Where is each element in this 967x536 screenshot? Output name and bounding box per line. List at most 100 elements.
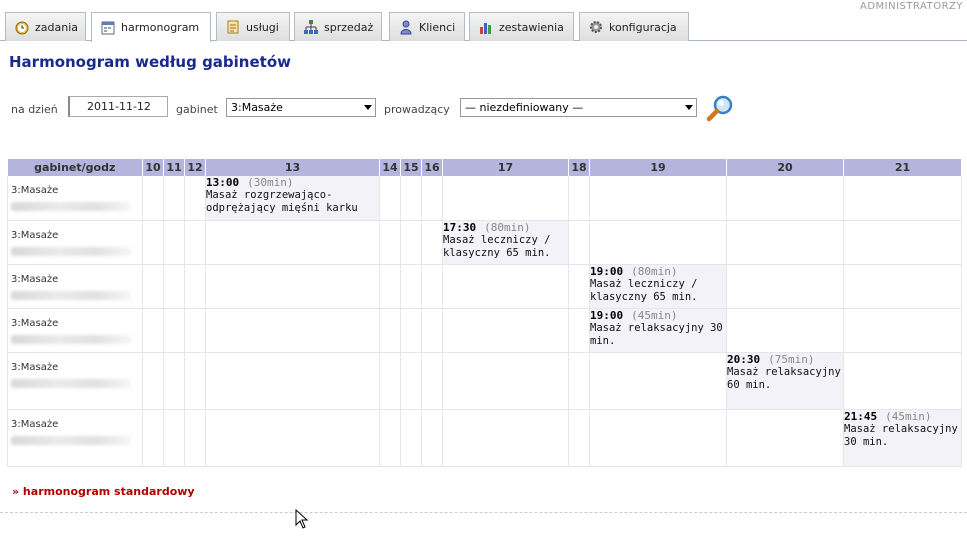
empty-slot[interactable]: [379, 308, 401, 353]
empty-slot[interactable]: [589, 352, 727, 410]
empty-slot[interactable]: [421, 264, 443, 309]
empty-slot[interactable]: [163, 308, 185, 353]
empty-slot[interactable]: [726, 176, 844, 221]
empty-slot[interactable]: [184, 264, 206, 309]
empty-slot[interactable]: [568, 264, 590, 309]
appointment-cell[interactable]: 17:30 (80min) Masaż leczniczy / klasyczny…: [442, 220, 569, 265]
empty-slot[interactable]: [184, 352, 206, 410]
empty-slot[interactable]: [589, 409, 727, 467]
empty-slot[interactable]: [843, 352, 962, 410]
appointment-duration: (30min): [247, 176, 294, 189]
empty-slot[interactable]: [400, 176, 422, 221]
empty-slot[interactable]: [843, 176, 962, 221]
empty-slot[interactable]: [442, 352, 569, 410]
empty-slot[interactable]: [589, 220, 727, 265]
empty-slot[interactable]: [442, 308, 569, 353]
empty-slot[interactable]: [442, 409, 569, 467]
empty-slot[interactable]: [421, 176, 443, 221]
empty-slot[interactable]: [568, 176, 590, 221]
table-row: 3:Masaże 19:00 (45min) Masaż relaksacyjny…: [7, 308, 962, 353]
empty-slot[interactable]: [205, 308, 380, 353]
date-input[interactable]: 2011-11-12: [68, 96, 168, 117]
empty-slot[interactable]: [184, 176, 206, 221]
empty-slot[interactable]: [400, 352, 422, 410]
hour-header: 12: [184, 159, 206, 176]
empty-slot[interactable]: [163, 176, 185, 221]
empty-slot[interactable]: [421, 352, 443, 410]
grid-header-row: gabinet/godz 10 11 12 13 14 15 16 17 18 …: [7, 159, 962, 176]
empty-slot[interactable]: [142, 264, 164, 309]
empty-slot[interactable]: [205, 220, 380, 265]
empty-slot[interactable]: [400, 264, 422, 309]
empty-slot[interactable]: [568, 352, 590, 410]
standard-schedule-link[interactable]: » harmonogram standardowy: [12, 485, 195, 498]
empty-slot[interactable]: [843, 264, 962, 309]
empty-slot[interactable]: [184, 409, 206, 467]
appointment-duration: (80min): [484, 220, 531, 234]
empty-slot[interactable]: [726, 308, 844, 353]
empty-slot[interactable]: [400, 308, 422, 353]
room-cell: 3:Masaże: [7, 352, 143, 410]
empty-slot[interactable]: [726, 264, 844, 309]
empty-slot[interactable]: [205, 264, 380, 309]
room-cell: 3:Masaże: [7, 176, 143, 221]
empty-slot[interactable]: [163, 409, 185, 467]
empty-slot[interactable]: [163, 352, 185, 410]
empty-slot[interactable]: [205, 409, 380, 467]
tab-zadania[interactable]: zadania: [5, 12, 86, 41]
empty-slot[interactable]: [442, 176, 569, 221]
empty-slot[interactable]: [163, 264, 185, 309]
tab-sprzedaz[interactable]: sprzedaż: [294, 12, 382, 41]
tab-uslugi[interactable]: usługi: [216, 12, 290, 41]
search-button[interactable]: [705, 94, 735, 124]
empty-slot[interactable]: [421, 308, 443, 353]
empty-slot[interactable]: [568, 409, 590, 467]
appointment-cell[interactable]: 13:00 (30min) Masaż rozgrzewająco-odpręża…: [205, 176, 380, 221]
hour-header: 16: [421, 159, 443, 176]
empty-slot[interactable]: [142, 220, 164, 265]
empty-slot[interactable]: [726, 409, 844, 467]
appointment-cell[interactable]: 21:45 (45min) Masaż relaksacyjny 30 min.: [843, 409, 962, 467]
empty-slot[interactable]: [379, 220, 401, 265]
appointment-cell[interactable]: 19:00 (45min) Masaż relaksacyjny 30 min.: [589, 308, 727, 353]
empty-slot[interactable]: [184, 308, 206, 353]
tab-konfiguracja[interactable]: konfiguracja: [579, 12, 689, 41]
user-icon: [398, 19, 414, 35]
empty-slot[interactable]: [843, 308, 962, 353]
tab-klienci[interactable]: Klienci: [389, 12, 465, 41]
notepad-icon: [225, 19, 241, 35]
staff-select[interactable]: — niezdefiniowany —: [460, 98, 697, 117]
tab-zestawienia[interactable]: zestawienia: [469, 12, 574, 41]
empty-slot[interactable]: [142, 409, 164, 467]
empty-slot[interactable]: [843, 220, 962, 265]
empty-slot[interactable]: [568, 308, 590, 353]
empty-slot[interactable]: [163, 220, 185, 265]
empty-slot[interactable]: [442, 264, 569, 309]
empty-slot[interactable]: [726, 220, 844, 265]
appointment-time: 19:00: [590, 308, 624, 322]
empty-slot[interactable]: [400, 409, 422, 467]
tab-label: zadania: [35, 20, 79, 34]
empty-slot[interactable]: [589, 176, 727, 221]
empty-slot[interactable]: [142, 308, 164, 353]
empty-slot[interactable]: [400, 220, 422, 265]
empty-slot[interactable]: [142, 352, 164, 410]
empty-slot[interactable]: [142, 176, 164, 221]
empty-slot[interactable]: [568, 220, 590, 265]
empty-slot[interactable]: [379, 176, 401, 221]
mouse-cursor-icon: [295, 509, 309, 529]
empty-slot[interactable]: [379, 264, 401, 309]
room-select[interactable]: 3:Masaże: [226, 98, 376, 117]
tab-harmonogram[interactable]: harmonogram: [91, 12, 211, 42]
empty-slot[interactable]: [379, 352, 401, 410]
empty-slot[interactable]: [379, 409, 401, 467]
room-name: 3:Masaże: [11, 229, 59, 241]
staff-label: prowadzący: [384, 103, 450, 116]
empty-slot[interactable]: [184, 220, 206, 265]
empty-slot[interactable]: [205, 352, 380, 410]
empty-slot[interactable]: [421, 220, 443, 265]
appointment-cell[interactable]: 19:00 (80min) Masaż leczniczy / klasyczny…: [589, 264, 727, 309]
appointment-cell[interactable]: 20:30 (75min) Masaż relaksacyjny 60 min.: [726, 352, 844, 410]
table-row: 3:Masaże 13:00 (30min) Masaż rozgrzewając…: [7, 176, 962, 221]
empty-slot[interactable]: [421, 409, 443, 467]
